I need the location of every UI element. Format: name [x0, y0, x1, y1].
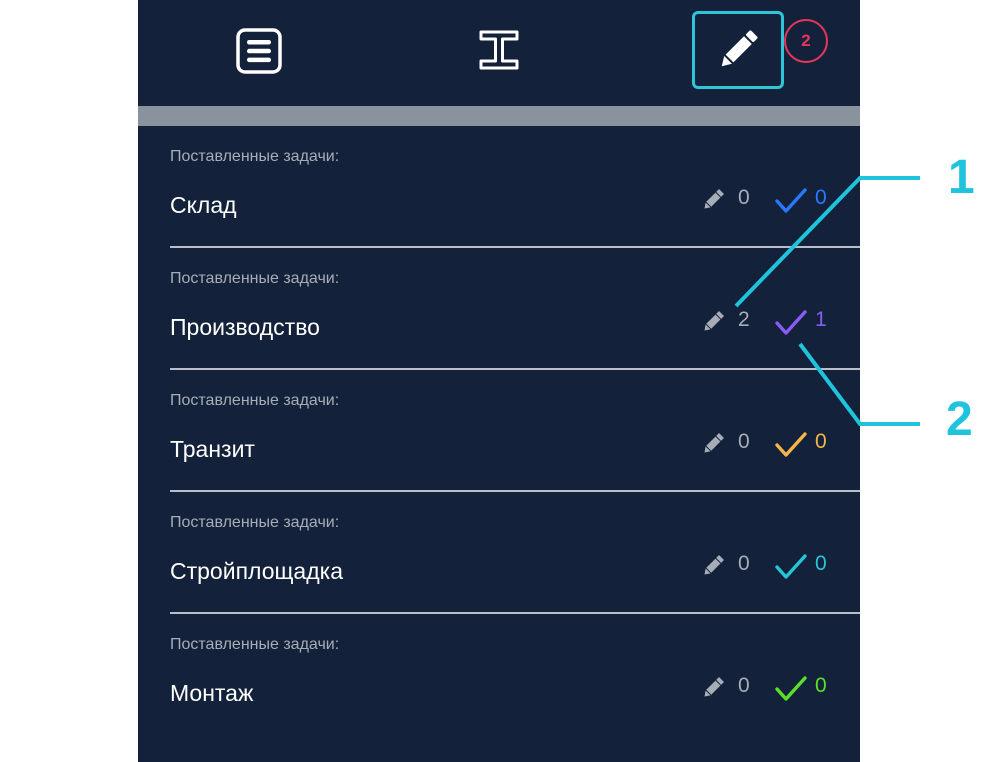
- task-row-montazh[interactable]: Поставленные задачи: Монтаж 0 0: [138, 614, 860, 736]
- row-title: Транзит: [170, 436, 255, 462]
- callout-label-2: 2: [946, 393, 973, 446]
- edit-tasks-button[interactable]: [692, 11, 784, 89]
- done-count: 0: [815, 430, 827, 453]
- row-caption: Поставленные задачи:: [170, 392, 340, 409]
- checkmark-icon: [775, 432, 807, 457]
- header-divider: [138, 106, 860, 126]
- list-icon: [236, 28, 282, 74]
- row-caption: Поставленные задачи:: [170, 636, 340, 653]
- pencil-icon: [704, 189, 724, 209]
- row-title: Склад: [170, 192, 237, 218]
- edit-count: 0: [738, 186, 750, 209]
- done-count: 0: [815, 552, 827, 575]
- edit-count: 0: [738, 430, 750, 453]
- pencil-icon: [704, 433, 724, 453]
- checkmark-icon: [775, 676, 807, 701]
- edit-count: 0: [738, 552, 750, 575]
- row-title: Производство: [170, 314, 320, 340]
- callout-label-1: 1: [948, 151, 975, 204]
- top-toolbar: 2: [138, 0, 860, 106]
- pencil-icon: [721, 30, 758, 67]
- done-count: 0: [815, 186, 827, 209]
- row-stats: 2 1: [698, 306, 858, 336]
- row-stats: 0 0: [698, 672, 858, 702]
- row-stats: 0 0: [698, 428, 858, 458]
- checkmark-icon: [775, 188, 807, 213]
- edit-count: 2: [738, 308, 750, 331]
- row-caption: Поставленные задачи:: [170, 270, 340, 287]
- row-caption: Поставленные задачи:: [170, 148, 340, 165]
- done-count: 1: [815, 308, 827, 331]
- task-row-sklad[interactable]: Поставленные задачи: Склад 0 0: [138, 126, 860, 248]
- pencil-icon: [704, 311, 724, 331]
- row-stats: 0 0: [698, 550, 858, 580]
- pencil-icon: [704, 677, 724, 697]
- pencil-icon: [704, 555, 724, 575]
- list-button[interactable]: [232, 24, 286, 78]
- task-row-tranzit[interactable]: Поставленные задачи: Транзит 0 0: [138, 370, 860, 492]
- tasks-panel: 2 Поставленные задачи: Склад 0 0 Поставл…: [138, 0, 860, 762]
- edit-count: 0: [738, 674, 750, 697]
- task-row-stroyploshchadka[interactable]: Поставленные задачи: Стройплощадка 0 0: [138, 492, 860, 614]
- checkmark-icon: [775, 554, 807, 579]
- task-list: Поставленные задачи: Склад 0 0 Поставлен…: [138, 126, 860, 736]
- screenshot-stage: 2 Поставленные задачи: Склад 0 0 Поставл…: [0, 0, 1008, 762]
- i-beam-icon: [479, 30, 519, 70]
- task-row-proizvodstvo[interactable]: Поставленные задачи: Производство 2 1: [138, 248, 860, 370]
- row-stats: 0 0: [698, 184, 858, 214]
- row-title: Монтаж: [170, 680, 254, 706]
- checkmark-icon: [775, 310, 807, 335]
- beam-button[interactable]: [474, 24, 524, 76]
- done-count: 0: [815, 674, 827, 697]
- row-title: Стройплощадка: [170, 558, 343, 584]
- row-caption: Поставленные задачи:: [170, 514, 340, 531]
- notification-badge: 2: [784, 19, 828, 63]
